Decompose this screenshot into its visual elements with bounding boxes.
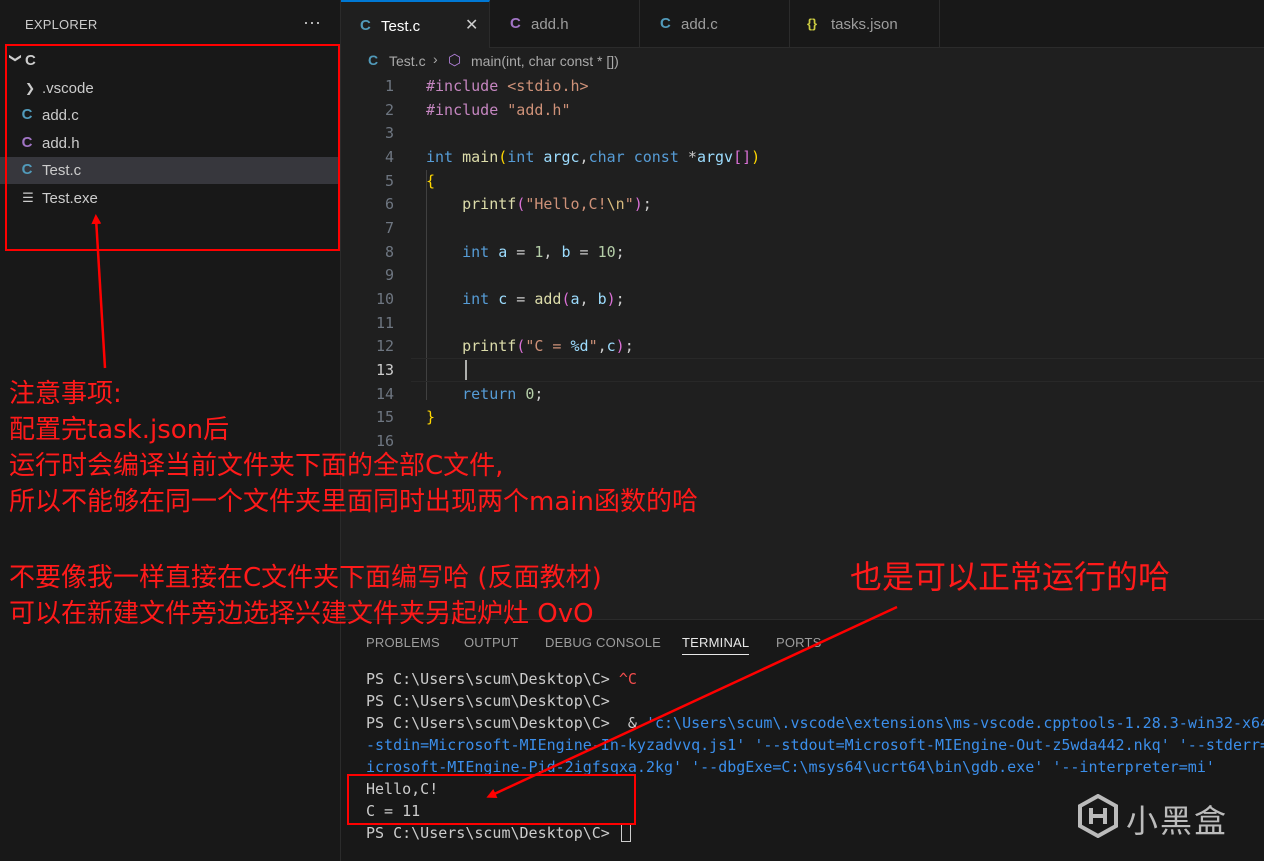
annotation-line: 不要像我一样直接在C文件夹下面编写哈 (反面教材) <box>9 563 602 593</box>
editor-tabs: C Test.c ✕ C add.h C add.c {} tasks.json <box>341 0 1264 48</box>
tab-problems[interactable]: PROBLEMS <box>366 635 440 650</box>
explorer-title: EXPLORER <box>25 17 98 32</box>
tab-test-c[interactable]: C Test.c ✕ <box>341 0 490 48</box>
annotation-line: 运行时会编译当前文件夹下面的全部C文件, <box>9 451 504 481</box>
breadcrumb-file[interactable]: Test.c <box>389 53 426 69</box>
annotation-line: 可以在新建文件旁边选择兴建文件夹另起炉灶 OvO <box>9 599 594 629</box>
code-line: int a = 1, b = 10; <box>462 243 625 261</box>
tab-label: tasks.json <box>831 16 898 33</box>
code-line: printf("C = %d",c); <box>462 337 634 355</box>
tab-ports[interactable]: PORTS <box>776 635 822 650</box>
c-file-icon: C <box>368 52 379 68</box>
code-line: printf("Hello,C!\n"); <box>462 195 652 213</box>
json-file-icon: {} <box>807 16 818 31</box>
tab-debug-console[interactable]: DEBUG CONSOLE <box>545 635 661 650</box>
annotation-tip: 不要像我一样直接在C文件夹下面编写哈 (反面教材) 可以在新建文件旁边选择兴建文… <box>9 560 602 632</box>
annotation-box-explorer <box>5 44 340 251</box>
line-number: 11 <box>375 314 394 332</box>
watermark-text: 小黑盒 <box>1126 802 1229 840</box>
close-icon[interactable]: ✕ <box>465 15 478 35</box>
tab-add-h[interactable]: C add.h <box>490 0 640 48</box>
line-number: 4 <box>384 148 394 166</box>
annotation-box-output <box>347 774 636 825</box>
code-line: int c = add(a, b); <box>462 290 625 308</box>
line-number: 1 <box>384 77 394 95</box>
annotation-runs-ok: 也是可以正常运行的哈 <box>850 558 1171 596</box>
tab-tasks-json[interactable]: {} tasks.json <box>790 0 940 48</box>
annotation-note: 注意事项: 配置完task.json后 运行时会编译当前文件夹下面的全部C文件,… <box>9 376 698 520</box>
breadcrumb: C Test.c › ⬡ main(int, char const * []) <box>341 48 1264 74</box>
tab-label: add.c <box>681 16 718 33</box>
line-number: 3 <box>384 124 394 142</box>
terminal-line: PS C:\Users\scum\Desktop\C> <box>366 822 631 844</box>
breadcrumb-symbol[interactable]: main(int, char const * []) <box>471 53 619 69</box>
tab-label: add.h <box>531 16 569 33</box>
heybox-logo-icon <box>1078 794 1118 838</box>
line-number: 12 <box>375 337 394 355</box>
tab-label: Test.c <box>381 18 421 35</box>
terminal-cursor <box>620 823 631 842</box>
line-number: 9 <box>384 266 394 284</box>
line-number: 6 <box>384 195 394 213</box>
terminal-line: PS C:\Users\scum\Desktop\C> ^C <box>366 670 637 688</box>
line-number: 10 <box>375 290 394 308</box>
line-number: 7 <box>384 219 394 237</box>
line-number: 2 <box>384 101 394 119</box>
terminal-line: PS C:\Users\scum\Desktop\C> <box>366 692 610 710</box>
tab-terminal[interactable]: TERMINAL <box>682 635 750 655</box>
annotation-line: 所以不能够在同一个文件夹里面同时出现两个main函数的哈 <box>9 487 698 517</box>
more-actions-icon[interactable]: ··· <box>300 12 324 36</box>
terminal-line: PS C:\Users\scum\Desktop\C> & 'c:\Users\… <box>366 714 1264 732</box>
annotation-line: 注意事项: <box>9 379 122 409</box>
terminal-line: -stdin=Microsoft-MIEngine-In-kyzadvvq.js… <box>366 736 1264 754</box>
code-line: { <box>426 172 436 190</box>
annotation-line: 配置完task.json后 <box>9 415 230 445</box>
chevron-right-icon: › <box>433 51 438 67</box>
tab-output[interactable]: OUTPUT <box>464 635 519 650</box>
code-line: #include "add.h" <box>426 101 571 119</box>
h-file-icon: C <box>510 15 521 32</box>
c-file-icon: C <box>360 17 371 34</box>
code-line: int main(int argc,char const *argv[]) <box>426 148 761 166</box>
code-line: #include <stdio.h> <box>426 77 589 95</box>
c-file-icon: C <box>660 15 671 32</box>
line-number: 8 <box>384 243 394 261</box>
line-number: 5 <box>384 172 394 190</box>
symbol-method-icon: ⬡ <box>448 52 462 69</box>
watermark: 小黑盒 <box>1076 792 1246 842</box>
tab-add-c[interactable]: C add.c <box>640 0 790 48</box>
explorer-header: EXPLORER ··· <box>0 0 341 48</box>
